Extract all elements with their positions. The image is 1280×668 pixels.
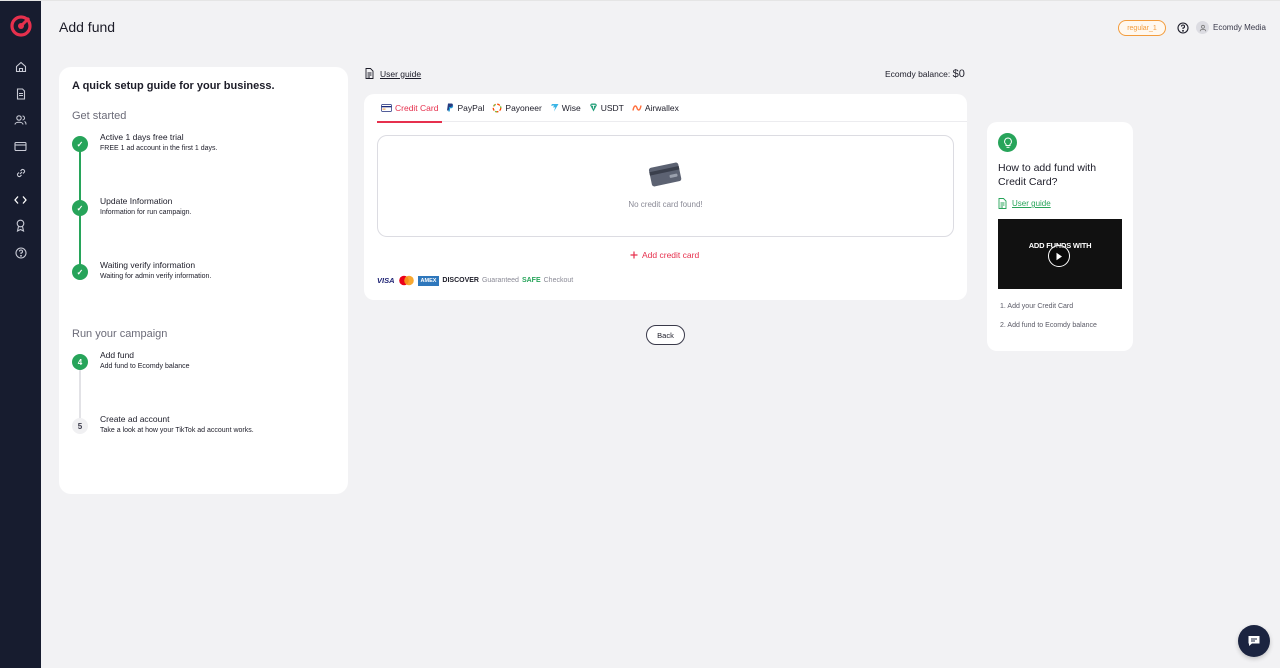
plus-icon — [630, 251, 638, 259]
help-circle-icon[interactable] — [1177, 21, 1189, 34]
tab-label: Airwallex — [644, 102, 679, 113]
tab-credit-card[interactable]: Credit Card — [377, 94, 443, 123]
document-icon[interactable] — [12, 85, 29, 102]
step-desc: Information for run campaign. — [100, 209, 192, 216]
tab-label: Wise — [561, 102, 581, 113]
howto-card: How to add fund with Credit Card? User g… — [987, 122, 1133, 351]
tab-label: Payoneer — [505, 102, 542, 113]
step-desc: Add fund to Ecomdy balance — [100, 363, 190, 370]
step-desc: Waiting for admin verify information. — [100, 273, 212, 280]
step-title: Create ad account — [100, 414, 170, 424]
guide-title: A quick setup guide for your business. — [72, 80, 275, 92]
card-icon[interactable] — [12, 138, 29, 155]
header: Add fund regular_1 Ecomdy Media — [41, 0, 1280, 54]
tutorial-video[interactable]: ADD FUNDS WITH — [998, 219, 1122, 289]
sidebar — [0, 0, 41, 668]
howto-title: How to add fund with Credit Card? — [998, 162, 1097, 188]
payment-card: Credit Card PayPal Payoneer Wise USDT Ai… — [364, 94, 967, 300]
add-credit-card-button[interactable]: Add credit card — [630, 250, 699, 260]
plan-badge[interactable]: regular_1 — [1118, 20, 1166, 36]
paypal-icon — [447, 103, 454, 112]
step-title: Update Information — [100, 196, 173, 206]
user-guide-label: User guide — [380, 68, 422, 79]
section-get-started: Get started — [72, 110, 127, 122]
play-icon[interactable] — [1048, 245, 1070, 267]
balance-value: $0 — [952, 68, 965, 80]
step-desc: FREE 1 ad account in the first 1 days. — [100, 145, 218, 152]
home-icon[interactable] — [12, 58, 29, 75]
tab-airwallex[interactable]: Airwallex — [628, 94, 683, 122]
howto-step-1: 1. Add your Credit Card — [1000, 303, 1074, 310]
step-title: Active 1 days free trial — [100, 132, 184, 142]
step-desc: Take a look at how your TikTok ad accoun… — [100, 427, 254, 434]
guarantee-prefix: Guaranteed — [481, 277, 519, 284]
step-number: 5 — [72, 418, 88, 434]
document-icon — [998, 198, 1007, 209]
empty-card-list: No credit card found! — [377, 135, 954, 237]
discover-logo: DISCOVER — [442, 277, 479, 284]
credit-card-empty-icon — [648, 162, 682, 187]
tab-label: USDT — [600, 102, 624, 113]
tab-usdt[interactable]: USDT — [585, 94, 628, 122]
visa-logo: VISA — [377, 276, 395, 285]
step-title: Add fund — [100, 350, 135, 360]
amex-logo: AMEX — [417, 275, 440, 286]
users-icon[interactable] — [12, 111, 29, 128]
payment-tabs: Credit Card PayPal Payoneer Wise USDT Ai… — [377, 94, 967, 123]
document-icon — [365, 68, 374, 79]
mastercard-logo — [398, 275, 414, 286]
ecomdy-logo[interactable] — [10, 15, 32, 37]
lightbulb-icon — [998, 133, 1017, 152]
howto-user-guide-link[interactable]: User guide — [998, 198, 1051, 209]
empty-message: No credit card found! — [628, 200, 703, 209]
tab-wise[interactable]: Wise — [546, 94, 585, 122]
chat-icon — [1248, 636, 1260, 646]
code-icon[interactable] — [12, 191, 29, 208]
step-title: Waiting verify information — [100, 260, 196, 270]
chat-support-button[interactable] — [1238, 625, 1270, 657]
balance-display: Ecomdy balance: $0 — [885, 68, 965, 80]
user-guide-link[interactable]: User guide — [365, 68, 421, 79]
award-icon[interactable] — [12, 217, 29, 234]
avatar[interactable] — [1196, 21, 1209, 34]
usdt-icon — [589, 103, 597, 112]
check-icon: ✓ — [72, 200, 88, 216]
guarantee-safe: SAFE — [521, 277, 541, 284]
add-card-label: Add credit card — [642, 250, 700, 260]
wise-icon — [550, 104, 559, 112]
check-icon: ✓ — [72, 136, 88, 152]
section-run-campaign: Run your campaign — [72, 328, 168, 340]
help-icon[interactable] — [12, 244, 29, 261]
howto-user-guide-label: User guide — [1012, 199, 1051, 208]
setup-guide-card: A quick setup guide for your business. G… — [59, 67, 348, 494]
check-icon: ✓ — [72, 264, 88, 280]
back-button[interactable]: Back — [646, 325, 685, 345]
tab-payoneer[interactable]: Payoneer — [488, 94, 545, 122]
payoneer-icon — [492, 103, 502, 112]
tab-label: Credit Card — [395, 102, 439, 113]
link-icon[interactable] — [12, 164, 29, 181]
user-name[interactable]: Ecomdy Media — [1213, 23, 1266, 32]
page-title: Add fund — [59, 19, 116, 35]
airwallex-icon — [632, 104, 642, 111]
tab-paypal[interactable]: PayPal — [442, 94, 488, 122]
howto-step-2: 2. Add fund to Ecomdy balance — [1000, 322, 1097, 329]
progress-line-todo — [79, 369, 81, 425]
step-number: 4 — [72, 354, 88, 370]
balance-label: Ecomdy balance: — [885, 69, 951, 79]
credit-card-icon — [381, 103, 392, 112]
tab-label: PayPal — [457, 102, 485, 113]
card-brands-row: VISA AMEX DISCOVER Guaranteed SAFE Check… — [377, 275, 573, 286]
guarantee-suffix: Checkout — [543, 277, 574, 284]
